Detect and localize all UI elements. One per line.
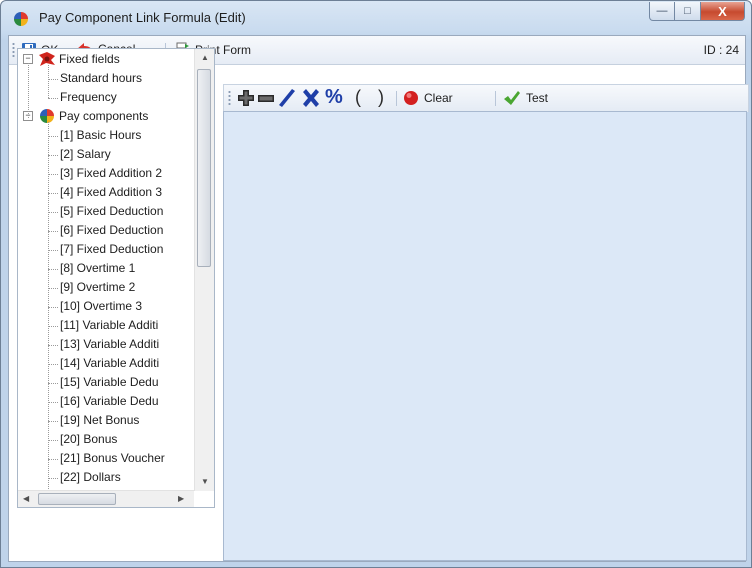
close-paren-button[interactable]: ) — [378, 87, 384, 108]
tree-item[interactable]: [19] Net Bonus — [60, 411, 139, 429]
scroll-left-icon[interactable]: ◀ — [23, 494, 29, 503]
tree-connector — [48, 136, 58, 137]
tree-item[interactable]: [16] Variable Dedu — [60, 392, 159, 410]
divide-icon — [279, 89, 295, 107]
minimize-icon: — — [656, 5, 668, 17]
tree-item[interactable]: [4] Fixed Addition 3 — [60, 183, 162, 201]
tree-item[interactable]: [10] Overtime 3 — [60, 297, 142, 315]
percent-icon: % — [325, 86, 343, 108]
divide-button[interactable] — [278, 88, 296, 108]
tree-item[interactable]: Frequency — [60, 88, 117, 106]
tree-item[interactable]: [2] Salary — [60, 145, 111, 163]
plus-icon — [238, 90, 254, 106]
multiply-icon — [303, 89, 319, 107]
tree-group-1[interactable]: Pay components — [59, 107, 148, 125]
tree-item[interactable]: [20] Bonus — [60, 430, 117, 448]
open-paren-button[interactable]: ( — [355, 87, 361, 108]
tree-connector — [48, 364, 58, 365]
tree-connector — [48, 174, 58, 175]
tree-connector — [48, 440, 58, 441]
tree-connector — [48, 193, 58, 194]
tree-item[interactable]: [21] Bonus Voucher — [60, 449, 165, 467]
tree-item[interactable]: [9] Overtime 2 — [60, 278, 135, 296]
scroll-up-icon[interactable]: ▲ — [201, 53, 209, 62]
formula-separator-2 — [495, 91, 496, 106]
pay-components-icon — [40, 109, 54, 123]
title-bar[interactable]: Pay Component Link Formula (Edit) — □ X — [1, 1, 751, 35]
tree-connector-vertical — [48, 65, 49, 98]
tree-item[interactable]: [15] Variable Dedu — [60, 373, 159, 391]
tree-vertical-scrollbar[interactable]: ▲ ▼ — [194, 49, 214, 491]
formula-separator — [396, 91, 397, 106]
tree-item[interactable]: [6] Fixed Deduction — [60, 221, 163, 239]
tree-root-connector — [28, 63, 29, 118]
tree-connector-vertical — [48, 122, 49, 497]
tree-item[interactable]: [13] Variable Additi — [60, 335, 159, 353]
maximize-button[interactable]: □ — [675, 2, 701, 21]
scroll-right-icon[interactable]: ▶ — [178, 494, 184, 503]
tree-item[interactable]: [11] Variable Additi — [60, 316, 158, 334]
tree-item[interactable]: [5] Fixed Deduction — [60, 202, 163, 220]
open-paren-icon: ( — [355, 87, 361, 107]
close-paren-icon: ) — [378, 87, 384, 107]
test-label: Test — [526, 91, 549, 105]
tree-item[interactable]: [22] Dollars — [60, 468, 121, 486]
scroll-down-icon[interactable]: ▼ — [201, 477, 209, 486]
tree-connector — [48, 79, 58, 80]
fixed-fields-icon — [39, 52, 55, 66]
tree-item[interactable]: [7] Fixed Deduction — [60, 240, 163, 258]
tree-connector — [48, 459, 58, 460]
tree-connector — [48, 307, 58, 308]
tree-connector — [48, 402, 58, 403]
record-red-icon — [404, 91, 418, 105]
plus-button[interactable] — [238, 90, 254, 106]
tree-connector — [48, 478, 58, 479]
tree-connector — [48, 269, 58, 270]
maximize-icon: □ — [684, 5, 691, 17]
tree-connector — [48, 345, 58, 346]
tree-item[interactable]: [3] Fixed Addition 2 — [60, 164, 162, 182]
close-button[interactable]: X — [701, 2, 745, 21]
dialog-window: Pay Component Link Formula (Edit) — □ X … — [0, 0, 752, 568]
minimize-button[interactable]: — — [649, 2, 675, 21]
tree-connector — [48, 231, 58, 232]
checkmark-icon — [504, 91, 520, 105]
field-tree[interactable]: − Fixed fields Standard hours Frequency − Pay… — [17, 48, 215, 508]
tree-group-0[interactable]: Fixed fields — [59, 50, 120, 68]
tree-connector — [48, 421, 58, 422]
tree-item[interactable]: Standard hours — [60, 69, 142, 87]
record-id-label: ID : 24 — [703, 43, 739, 57]
tree-hscroll-thumb[interactable] — [38, 493, 116, 505]
formula-toolbar-grip[interactable] — [228, 90, 231, 106]
tree-connector — [48, 155, 58, 156]
tree-connector — [48, 98, 58, 99]
tree-connector — [48, 288, 58, 289]
tree-connector — [48, 212, 58, 213]
window-title: Pay Component Link Formula (Edit) — [39, 10, 246, 25]
tree-connector — [48, 250, 58, 251]
formula-editor[interactable] — [223, 111, 747, 561]
clear-label: Clear — [424, 91, 453, 105]
close-icon: X — [718, 3, 727, 19]
minus-button[interactable] — [258, 95, 274, 103]
test-button[interactable]: Test — [503, 90, 548, 106]
tree-connector — [48, 383, 58, 384]
tree-item[interactable]: [14] Variable Additi — [60, 354, 159, 372]
tree-horizontal-scrollbar[interactable]: ◀ ▶ — [18, 490, 194, 507]
percent-button[interactable]: % — [325, 86, 343, 109]
tree-item[interactable]: [1] Basic Hours — [60, 126, 141, 144]
tree-scroll-thumb[interactable] — [197, 69, 211, 267]
clear-button[interactable]: Clear — [403, 90, 453, 106]
multiply-button[interactable] — [301, 88, 321, 108]
tree-connector — [48, 326, 58, 327]
minus-icon — [258, 95, 274, 102]
formula-toolbar: % ( ) Clear Test — [223, 84, 749, 112]
app-pie-icon — [14, 12, 28, 26]
toolbar-grip[interactable] — [12, 42, 15, 58]
tree-item[interactable]: [8] Overtime 1 — [60, 259, 135, 277]
